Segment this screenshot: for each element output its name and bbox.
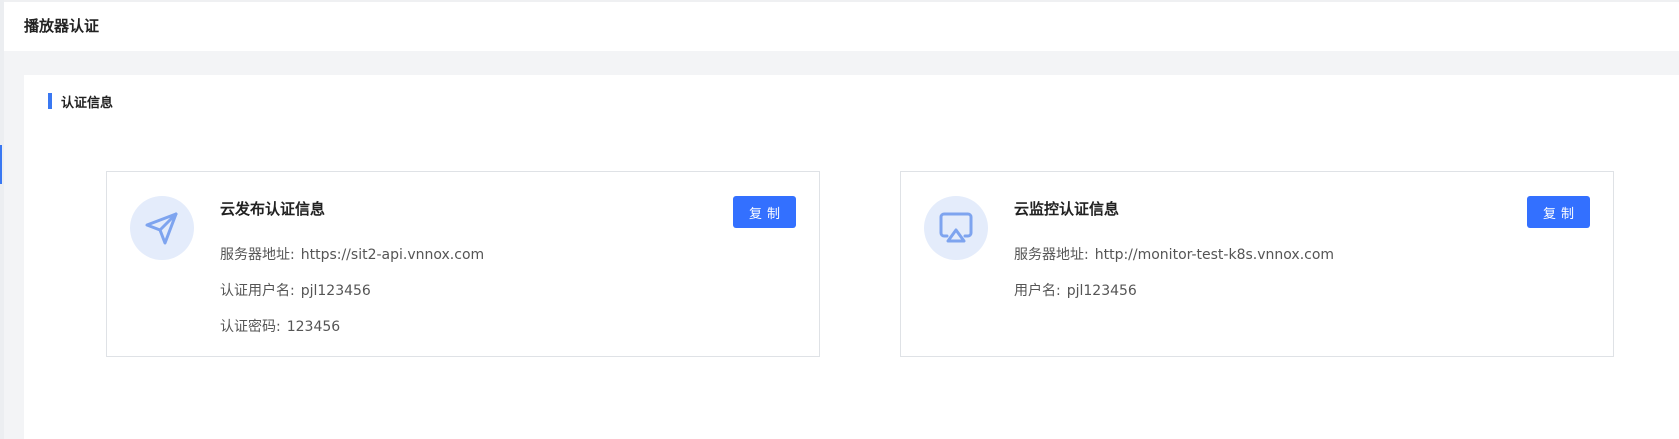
auth-username-row: 认证用户名: pjl123456 — [220, 280, 371, 300]
left-nav-edge — [0, 0, 4, 439]
server-address-row: 服务器地址: https://sit2-api.vnnox.com — [220, 244, 484, 264]
auth-password-value: 123456 — [286, 319, 341, 335]
airplay-icon — [924, 196, 988, 260]
send-icon — [130, 196, 194, 260]
cloud-publish-auth-card: 云发布认证信息 服务器地址: https://sit2-api.vnnox.com… — [106, 171, 820, 357]
server-address-label: 服务器地址: — [1014, 247, 1089, 263]
username-row: 用户名: pjl123456 — [1014, 280, 1137, 300]
auth-password-label: 认证密码: — [220, 319, 281, 335]
card-title: 云监控认证信息 — [1014, 200, 1120, 218]
server-address-value: https://sit2-api.vnnox.com — [300, 247, 485, 263]
auth-username-value: pjl123456 — [300, 283, 371, 299]
username-label: 用户名: — [1014, 283, 1061, 299]
content-panel: 认证信息 云发布认证信息 服务器地址: https://sit2-api.vnno… — [24, 75, 1679, 439]
page-header: 播放器认证 — [4, 0, 1679, 51]
card-title: 云发布认证信息 — [220, 200, 326, 218]
left-nav-active-indicator — [0, 145, 2, 184]
auth-username-label: 认证用户名: — [220, 283, 295, 299]
server-address-value: http://monitor-test-k8s.vnnox.com — [1094, 247, 1335, 263]
section-title-bar — [48, 93, 52, 109]
server-address-label: 服务器地址: — [220, 247, 295, 263]
copy-button[interactable]: 复制 — [1527, 196, 1590, 228]
page-title: 播放器认证 — [24, 17, 100, 35]
server-address-row: 服务器地址: http://monitor-test-k8s.vnnox.com — [1014, 244, 1334, 264]
copy-button[interactable]: 复制 — [733, 196, 796, 228]
section-title: 认证信息 — [61, 96, 114, 111]
cloud-monitor-auth-card: 云监控认证信息 服务器地址: http://monitor-test-k8s.vn… — [900, 171, 1614, 357]
username-value: pjl123456 — [1066, 283, 1137, 299]
auth-password-row: 认证密码: 123456 — [220, 316, 340, 336]
